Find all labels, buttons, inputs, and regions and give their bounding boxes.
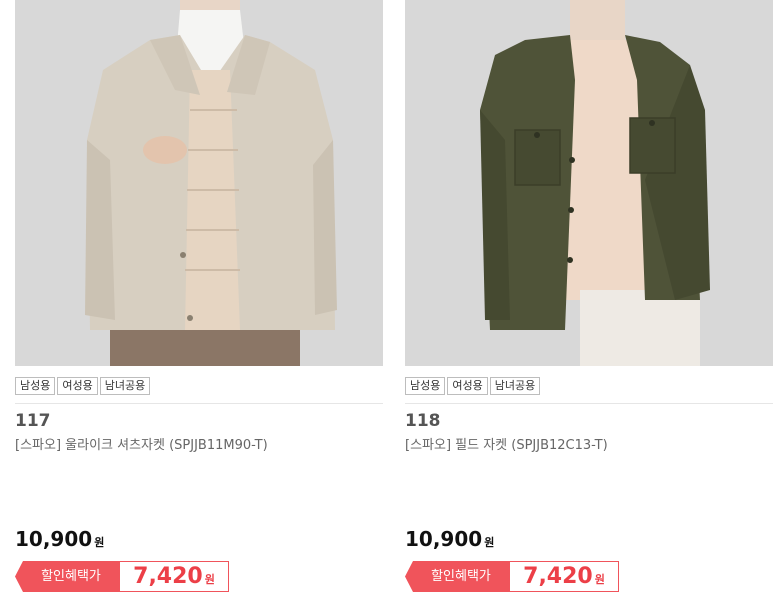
tag-men: 남성용 [405,377,446,395]
sale-price-value: 7,420 [133,564,203,589]
gender-tags: 남성용 여성용 남녀공용 [405,377,542,395]
sale-label: 할인혜택가 [15,561,121,592]
sale-price-value: 7,420 [523,564,593,589]
product-photo [15,0,383,366]
product-photo [405,0,773,366]
sale-price: 7,420 원 [119,561,229,592]
product-title[interactable]: [스파오] 울라이크 셔츠자켓 (SPJJB11M90-T) [15,434,268,453]
tag-women: 여성용 [57,377,98,395]
original-price-value: 10,900 [405,527,483,551]
price-unit: 원 [484,536,495,549]
sale-price-unit: 원 [204,573,215,586]
tag-women: 여성용 [447,377,488,395]
gender-tags: 남성용 여성용 남녀공용 [15,377,152,395]
divider [15,403,383,404]
product-card[interactable]: 남성용 여성용 남녀공용 118 [스파오] 필드 자켓 (SPJJB12C13-T… [405,0,773,610]
sale-label: 할인혜택가 [405,561,511,592]
tag-unisex: 남녀공용 [489,377,541,395]
divider [405,403,773,404]
product-number: 118 [405,411,441,431]
original-price: 10,900 원 [405,527,494,551]
sale-price-unit: 원 [594,573,605,586]
original-price: 10,900 원 [15,527,104,551]
tag-unisex: 남녀공용 [99,377,151,395]
product-title[interactable]: [스파오] 필드 자켓 (SPJJB12C13-T) [405,434,608,453]
original-price-value: 10,900 [15,527,93,551]
product-image[interactable] [405,0,773,366]
price-unit: 원 [94,536,105,549]
product-card[interactable]: 남성용 여성용 남녀공용 117 [스파오] 울라이크 셔츠자켓 (SPJJB11M… [15,0,383,610]
sale-price: 7,420 원 [509,561,619,592]
product-number: 117 [15,411,51,431]
tag-men: 남성용 [15,377,56,395]
product-image[interactable] [15,0,383,366]
